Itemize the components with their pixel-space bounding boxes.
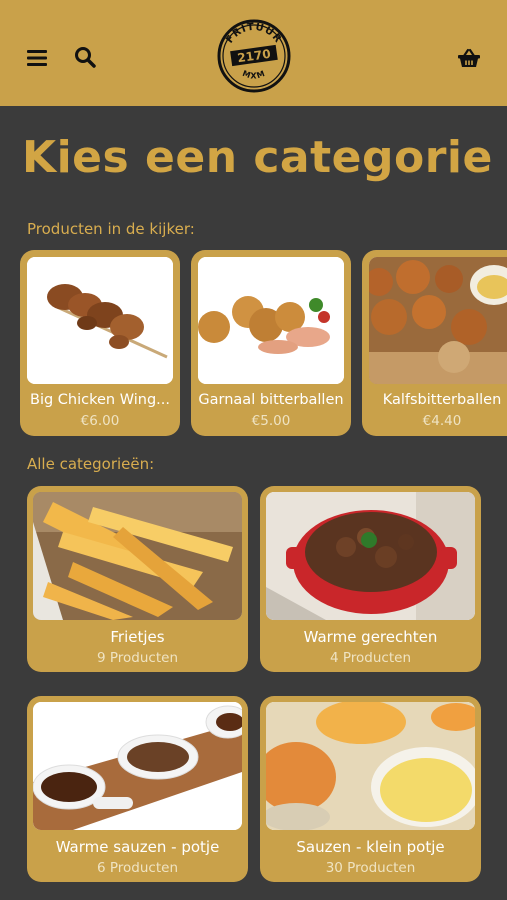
product-image — [27, 257, 173, 384]
all-categories-label: Alle categorieën: — [27, 455, 155, 473]
product-name: Big Chicken Wing... — [30, 392, 170, 408]
app-header: FRITUUR 2170 MXM — [0, 0, 507, 106]
product-price: €5.00 — [251, 413, 291, 429]
featured-products-carousel[interactable]: Big Chicken Wing... €6.00 Garnaal bitter… — [20, 250, 507, 438]
product-price: €4.40 — [422, 413, 462, 429]
basket-icon — [458, 48, 480, 67]
logo-number: 2170 — [236, 47, 271, 66]
menu-button[interactable] — [22, 44, 52, 72]
basket-button[interactable] — [452, 42, 486, 74]
search-button[interactable] — [70, 42, 100, 72]
frituur-logo[interactable]: FRITUUR 2170 MXM — [216, 18, 292, 94]
search-icon — [75, 47, 96, 68]
product-price: €6.00 — [80, 413, 120, 429]
product-image — [369, 257, 507, 384]
category-count: 4 Producten — [330, 650, 411, 666]
category-card-warme-sauzen[interactable]: Warme sauzen - potje 6 Producten — [27, 696, 248, 882]
product-image — [198, 257, 344, 384]
category-name: Frietjes — [110, 628, 165, 646]
product-name: Kalfsbitterballen — [382, 392, 502, 408]
featured-product-card[interactable]: Garnaal bitterballen €5.00 — [191, 250, 351, 436]
page-title: Kies een categorie — [22, 132, 493, 183]
featured-section-label: Producten in de kijker: — [27, 220, 195, 238]
logo-bottom-text: MXM — [241, 69, 266, 81]
category-count: 30 Producten — [325, 860, 416, 876]
featured-product-card[interactable]: Kalfsbitterballen €4.40 — [362, 250, 507, 436]
category-image — [266, 492, 475, 620]
category-name: Warme gerechten — [303, 628, 438, 646]
category-name: Sauzen - klein potje — [296, 838, 445, 856]
category-image — [33, 492, 242, 620]
featured-product-card[interactable]: Big Chicken Wing... €6.00 — [20, 250, 180, 436]
category-name: Warme sauzen - potje — [55, 838, 220, 856]
category-count: 9 Producten — [97, 650, 178, 666]
product-name: Garnaal bitterballen — [198, 392, 344, 408]
category-card-sauzen-klein[interactable]: Sauzen - klein potje 30 Producten — [260, 696, 481, 882]
category-card-frietjes[interactable]: Frietjes 9 Producten — [27, 486, 248, 672]
category-image — [266, 702, 475, 830]
category-card-warme-gerechten[interactable]: Warme gerechten 4 Producten — [260, 486, 481, 672]
svg-text:MXM: MXM — [241, 69, 267, 81]
hamburger-icon — [27, 50, 47, 66]
category-image — [33, 702, 242, 830]
category-count: 6 Producten — [97, 860, 178, 876]
